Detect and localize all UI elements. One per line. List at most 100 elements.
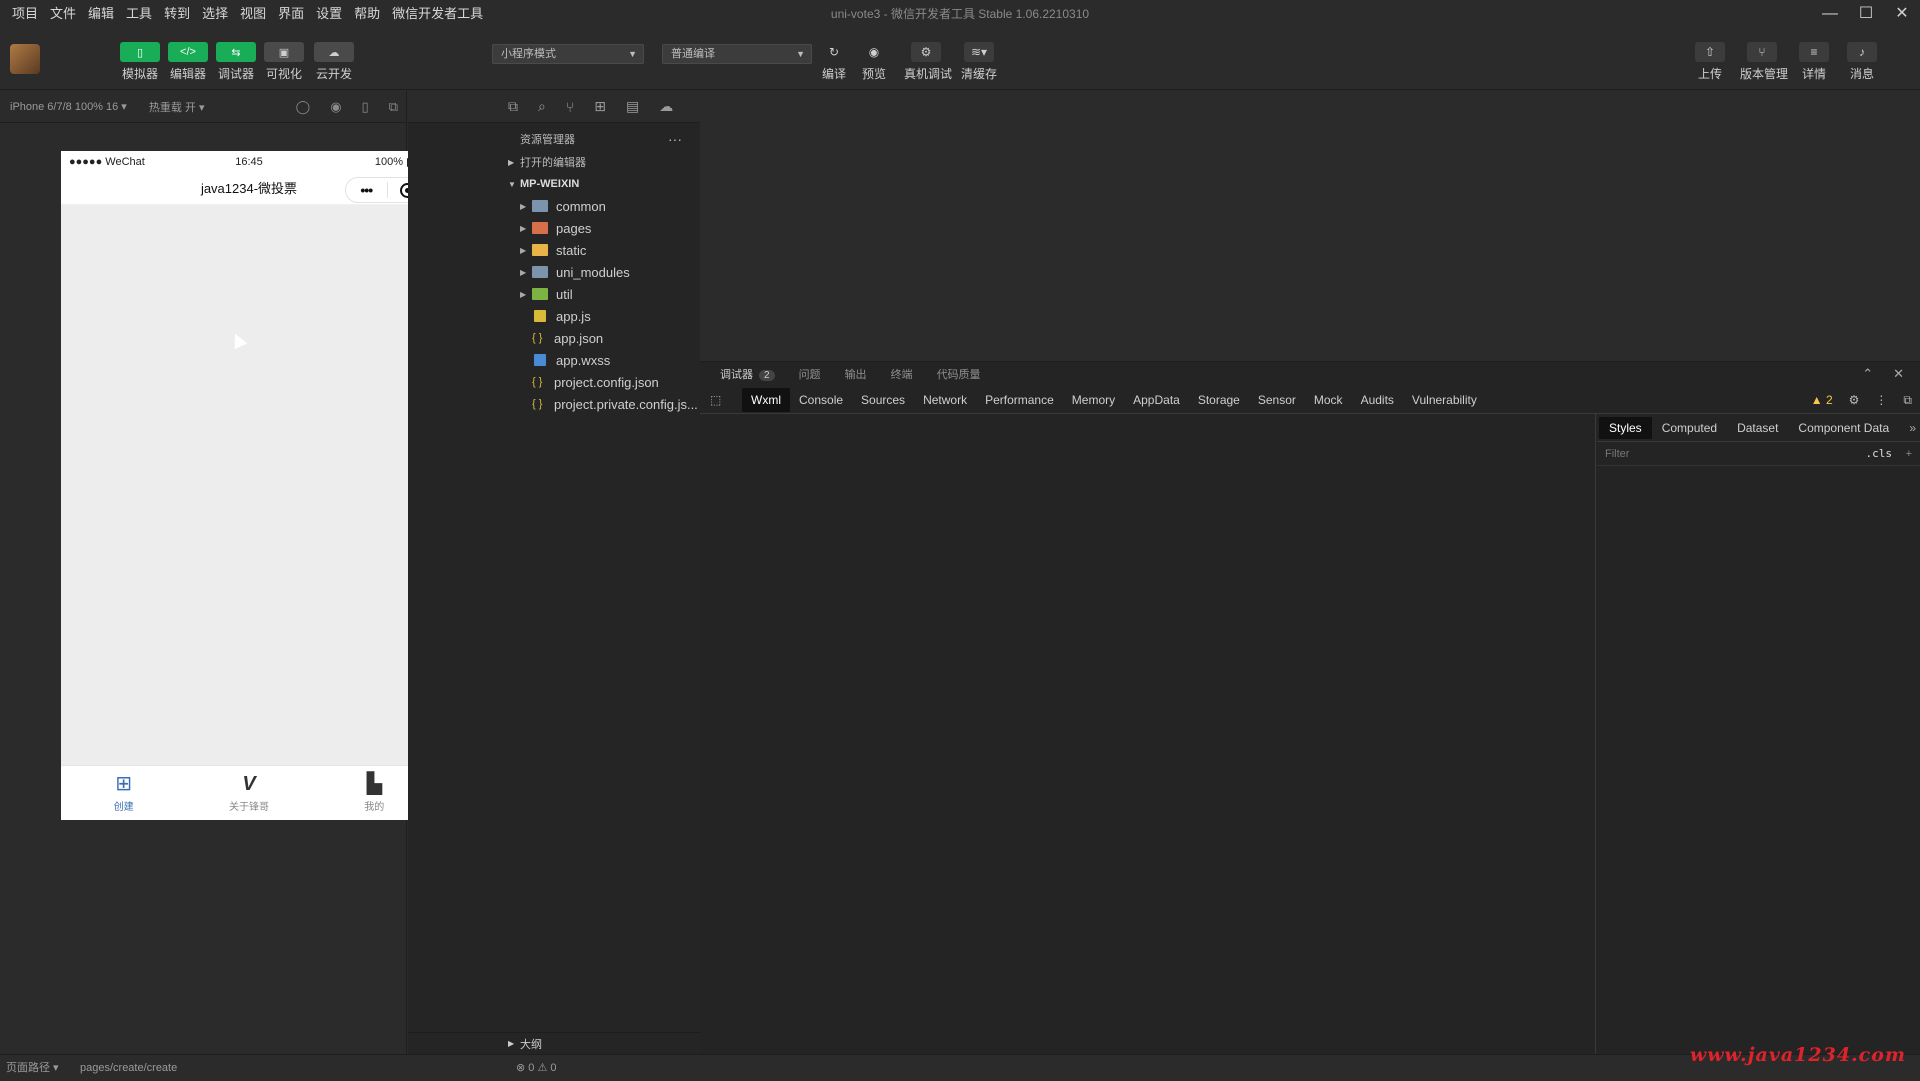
menu-item-view[interactable]: 视图 xyxy=(234,0,272,28)
menu-item-goto[interactable]: 转到 xyxy=(158,0,196,28)
maximize-button[interactable]: ☐ xyxy=(1848,0,1884,28)
record-icon[interactable]: ◉ xyxy=(330,91,341,123)
tree-folder[interactable]: ▶ common xyxy=(408,195,700,217)
tab-about[interactable]: V 关于锋哥 xyxy=(186,766,311,820)
visual-toggle[interactable]: ▣ 可视化 xyxy=(264,42,304,82)
debugger-badge: 2 xyxy=(759,370,775,381)
cloud-dev-button[interactable]: ☁ 云开发 xyxy=(314,42,354,82)
tree-folder[interactable]: ▶ uni_modules xyxy=(408,261,700,283)
plus-icon[interactable]: + xyxy=(1906,448,1912,460)
preview-button[interactable]: ◉ 预览 xyxy=(852,42,896,82)
folder-name: uni_modules xyxy=(556,264,630,280)
chevron-double-right-icon[interactable]: » xyxy=(1909,421,1916,435)
more-icon[interactable]: ••• xyxy=(346,182,387,198)
hot-reload-toggle[interactable]: 热重载 开 ▾ xyxy=(149,99,205,115)
menu-item-tools[interactable]: 工具 xyxy=(120,0,158,28)
tab-computed[interactable]: Computed xyxy=(1652,417,1727,439)
menu-item-select[interactable]: 选择 xyxy=(196,0,234,28)
device-frame-icon[interactable]: ▯ xyxy=(362,91,369,123)
tab-styles[interactable]: Styles xyxy=(1599,416,1652,439)
mode-select[interactable]: 小程序模式 ▼ xyxy=(492,44,644,64)
add-icon: ⊞ xyxy=(115,773,133,795)
page-path[interactable]: pages/create/create xyxy=(80,1055,177,1081)
close-icon[interactable]: ✕ xyxy=(1893,362,1904,386)
tab-output[interactable]: 输出 xyxy=(845,366,867,382)
error-warning-count[interactable]: ⊗ 0 ⚠ 0 xyxy=(516,1055,556,1081)
messages-button[interactable]: ♪ 消息 xyxy=(1840,42,1884,82)
menu-item-settings[interactable]: 设置 xyxy=(310,0,348,28)
tab-performance[interactable]: Performance xyxy=(976,388,1063,412)
editor-toggle[interactable]: </> 编辑器 xyxy=(168,42,208,82)
menu-item-interface[interactable]: 界面 xyxy=(272,0,310,28)
tab-console[interactable]: Console xyxy=(790,388,852,412)
tab-code-quality[interactable]: 代码质量 xyxy=(937,366,981,382)
tab-mock[interactable]: Mock xyxy=(1305,388,1352,412)
menu-item-edit[interactable]: 编辑 xyxy=(82,0,120,28)
menu-item-project[interactable]: 项目 xyxy=(6,0,44,28)
menu-item-devtools[interactable]: 微信开发者工具 xyxy=(386,0,489,28)
tree-folder[interactable]: ▶ pages xyxy=(408,217,700,239)
open-editors-section[interactable]: ▶ 打开的编辑器 xyxy=(408,151,700,173)
compile-button[interactable]: ↻ 编译 xyxy=(812,42,856,82)
compile-select[interactable]: 普通编译 ▼ xyxy=(662,44,812,64)
tab-wxml[interactable]: Wxml xyxy=(742,387,790,412)
kebab-icon[interactable]: ⋮ xyxy=(1875,393,1887,407)
tab-storage[interactable]: Storage xyxy=(1189,388,1249,412)
cls-button[interactable]: .cls xyxy=(1866,447,1893,460)
page-path-select[interactable]: 页面路径 ▾ xyxy=(6,1055,59,1081)
detach-icon[interactable]: ⧉ xyxy=(389,91,398,123)
dock-icon[interactable]: ⧉ xyxy=(1903,393,1912,408)
extensions-icon[interactable]: ⊞ xyxy=(594,98,606,115)
tab-problems[interactable]: 问题 xyxy=(799,366,821,382)
gear-icon[interactable]: ⚙ xyxy=(1849,393,1860,407)
tree-file[interactable]: { } app.json xyxy=(408,327,700,349)
menu-item-file[interactable]: 文件 xyxy=(44,0,82,28)
debugger-toggle[interactable]: ⇆ 调试器 xyxy=(216,42,256,82)
project-section[interactable]: ▼ MP-WEIXIN xyxy=(408,173,700,195)
outline-section[interactable]: ▶ 大纲 xyxy=(408,1032,700,1054)
avatar[interactable] xyxy=(10,44,40,74)
tab-dataset[interactable]: Dataset xyxy=(1727,417,1788,439)
editor-area xyxy=(700,91,1920,361)
outline-icon[interactable]: ▤ xyxy=(626,98,639,115)
clear-cache-button[interactable]: ≋▾ 清缓存 xyxy=(957,42,1001,82)
tab-sources[interactable]: Sources xyxy=(852,388,914,412)
device-select[interactable]: iPhone 6/7/8 100% 16 ▾ xyxy=(10,100,127,113)
remote-debug-button[interactable]: ⚙ 真机调试 xyxy=(904,42,952,82)
close-button[interactable]: ✕ xyxy=(1884,0,1920,28)
tab-debugger[interactable]: 调试器 2 xyxy=(720,366,775,382)
files-icon[interactable]: ⧉ xyxy=(508,98,518,115)
tree-file[interactable]: app.js xyxy=(408,305,700,327)
phone-icon: ▯ xyxy=(120,42,160,62)
menu-item-help[interactable]: 帮助 xyxy=(348,0,386,28)
more-icon[interactable]: ··· xyxy=(668,131,682,147)
upload-button[interactable]: ⇧ 上传 xyxy=(1688,42,1732,82)
simulator-toggle[interactable]: ▯ 模拟器 xyxy=(120,42,160,82)
minimize-button[interactable]: — xyxy=(1812,0,1848,28)
tree-file[interactable]: { } project.config.json xyxy=(408,371,700,393)
search-icon[interactable]: ⌕ xyxy=(538,98,546,115)
tab-appdata[interactable]: AppData xyxy=(1124,388,1189,412)
rotate-icon[interactable]: ◯ xyxy=(296,91,311,123)
cloud-icon[interactable]: ☁ xyxy=(659,98,673,115)
chevron-up-icon[interactable]: ⌃ xyxy=(1862,362,1873,386)
tree-file[interactable]: app.wxss xyxy=(408,349,700,371)
tab-memory[interactable]: Memory xyxy=(1063,388,1124,412)
warning-count[interactable]: ▲ 2 xyxy=(1811,393,1833,407)
filter-input[interactable] xyxy=(1605,447,1845,460)
version-button[interactable]: ⑂ 版本管理 xyxy=(1740,42,1788,82)
tree-folder[interactable]: ▶ static xyxy=(408,239,700,261)
source-control-icon[interactable]: ⑂ xyxy=(566,99,574,115)
inspect-icon[interactable]: ⬚ xyxy=(710,393,730,407)
tab-terminal[interactable]: 终端 xyxy=(891,366,913,382)
tree-folder[interactable]: ▶ util xyxy=(408,283,700,305)
tab-component-data[interactable]: Component Data xyxy=(1788,417,1899,439)
chevron-right-icon: ▶ xyxy=(520,223,527,233)
tree-file[interactable]: { } project.private.config.js... xyxy=(408,393,700,415)
tab-sensor[interactable]: Sensor xyxy=(1249,388,1305,412)
tab-audits[interactable]: Audits xyxy=(1352,388,1403,412)
tab-vulnerability[interactable]: Vulnerability xyxy=(1403,388,1486,412)
tab-create[interactable]: ⊞ 创建 xyxy=(61,766,186,820)
details-button[interactable]: ≡ 详情 xyxy=(1792,42,1836,82)
tab-network[interactable]: Network xyxy=(914,388,976,412)
